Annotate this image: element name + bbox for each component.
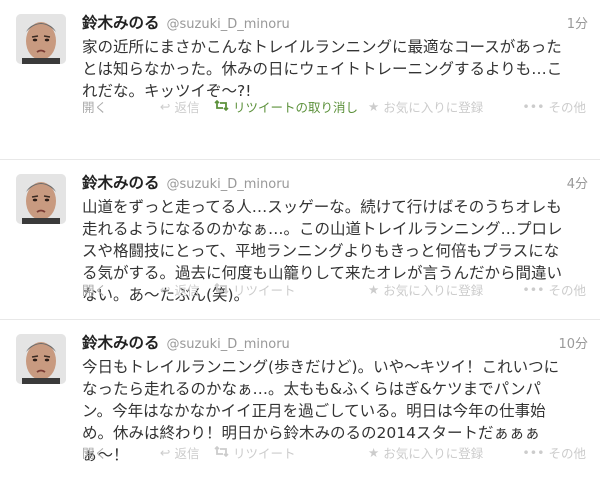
tweet-item[interactable]: 鈴木みのる @suzuki_D_minoru 1分 家の近所にまさかこんなトレイ… (0, 0, 600, 160)
tweet-actions: 開く ↩ 返信 リツイートの取り消し ★ お気に入りに登録 ••• その他 (82, 97, 586, 117)
reply-label: 返信 (174, 283, 200, 298)
more-dots-icon: ••• (522, 99, 545, 114)
avatar[interactable] (16, 174, 66, 224)
favorite-label: お気に入りに登録 (383, 283, 484, 298)
more-dots-icon: ••• (522, 445, 545, 460)
reply-icon: ↩ (160, 282, 171, 297)
reply-button[interactable]: ↩ 返信 (160, 280, 200, 299)
retweet-label: リツイート (233, 283, 296, 298)
reply-icon: ↩ (160, 445, 171, 460)
tweet-item[interactable]: 鈴木みのる @suzuki_D_minoru 4分 山道をずっと走ってる人…スッ… (0, 160, 600, 320)
more-label: その他 (548, 446, 586, 461)
retweet-button[interactable]: リツイート (214, 443, 296, 462)
open-tweet-link[interactable]: 開く (82, 443, 107, 462)
more-button[interactable]: ••• その他 (522, 97, 586, 116)
more-label: その他 (548, 100, 586, 115)
tweet-actions: 開く ↩ 返信 リツイート ★ お気に入りに登録 ••• その他 (82, 280, 586, 300)
more-dots-icon: ••• (522, 282, 545, 297)
retweet-button[interactable]: リツイート (214, 280, 296, 299)
more-label: その他 (548, 283, 586, 298)
avatar[interactable] (16, 14, 66, 64)
favorite-label: お気に入りに登録 (383, 100, 484, 115)
favorite-button[interactable]: ★ お気に入りに登録 (368, 443, 483, 462)
tweet-timestamp[interactable]: 4分 (567, 173, 588, 192)
tweet-timestamp[interactable]: 1分 (567, 13, 588, 32)
retweet-icon (214, 99, 229, 114)
retweet-label: リツイートの取り消し (233, 100, 359, 115)
retweet-label: リツイート (233, 446, 296, 461)
tweet-timestamp[interactable]: 10分 (558, 333, 588, 352)
favorite-button[interactable]: ★ お気に入りに登録 (368, 280, 483, 299)
tweet-author-handle[interactable]: @suzuki_D_minoru (167, 337, 290, 352)
avatar-image (16, 14, 66, 64)
retweet-icon (214, 282, 229, 297)
tweet-item[interactable]: 鈴木みのる @suzuki_D_minoru 10分 今日もトレイルランニング(… (0, 320, 600, 480)
undo-retweet-button[interactable]: リツイートの取り消し (214, 97, 358, 116)
reply-label: 返信 (174, 100, 200, 115)
reply-label: 返信 (174, 446, 200, 461)
star-icon: ★ (368, 445, 380, 460)
reply-icon: ↩ (160, 99, 171, 114)
avatar[interactable] (16, 334, 66, 384)
favorite-label: お気に入りに登録 (383, 446, 484, 461)
reply-button[interactable]: ↩ 返信 (160, 97, 200, 116)
tweet-text: 家の近所にまさかこんなトレイルランニングに最適なコースがあった とは知らなかった… (82, 38, 563, 100)
retweet-icon (214, 445, 229, 460)
avatar-image (16, 334, 66, 384)
tweet-author-name[interactable]: 鈴木みのる (82, 171, 160, 193)
more-button[interactable]: ••• その他 (522, 280, 586, 299)
tweet-author-handle[interactable]: @suzuki_D_minoru (167, 17, 290, 32)
tweet-author-name[interactable]: 鈴木みのる (82, 11, 160, 33)
reply-button[interactable]: ↩ 返信 (160, 443, 200, 462)
star-icon: ★ (368, 282, 380, 297)
open-tweet-link[interactable]: 開く (82, 97, 107, 116)
favorite-button[interactable]: ★ お気に入りに登録 (368, 97, 483, 116)
more-button[interactable]: ••• その他 (522, 443, 586, 462)
star-icon: ★ (368, 99, 380, 114)
tweet-timeline: 鈴木みのる @suzuki_D_minoru 1分 家の近所にまさかこんなトレイ… (0, 0, 600, 480)
tweet-author-name[interactable]: 鈴木みのる (82, 331, 160, 353)
tweet-actions: 開く ↩ 返信 リツイート ★ お気に入りに登録 ••• その他 (82, 443, 586, 463)
open-tweet-link[interactable]: 開く (82, 280, 107, 299)
tweet-author-handle[interactable]: @suzuki_D_minoru (167, 177, 290, 192)
avatar-image (16, 174, 66, 224)
